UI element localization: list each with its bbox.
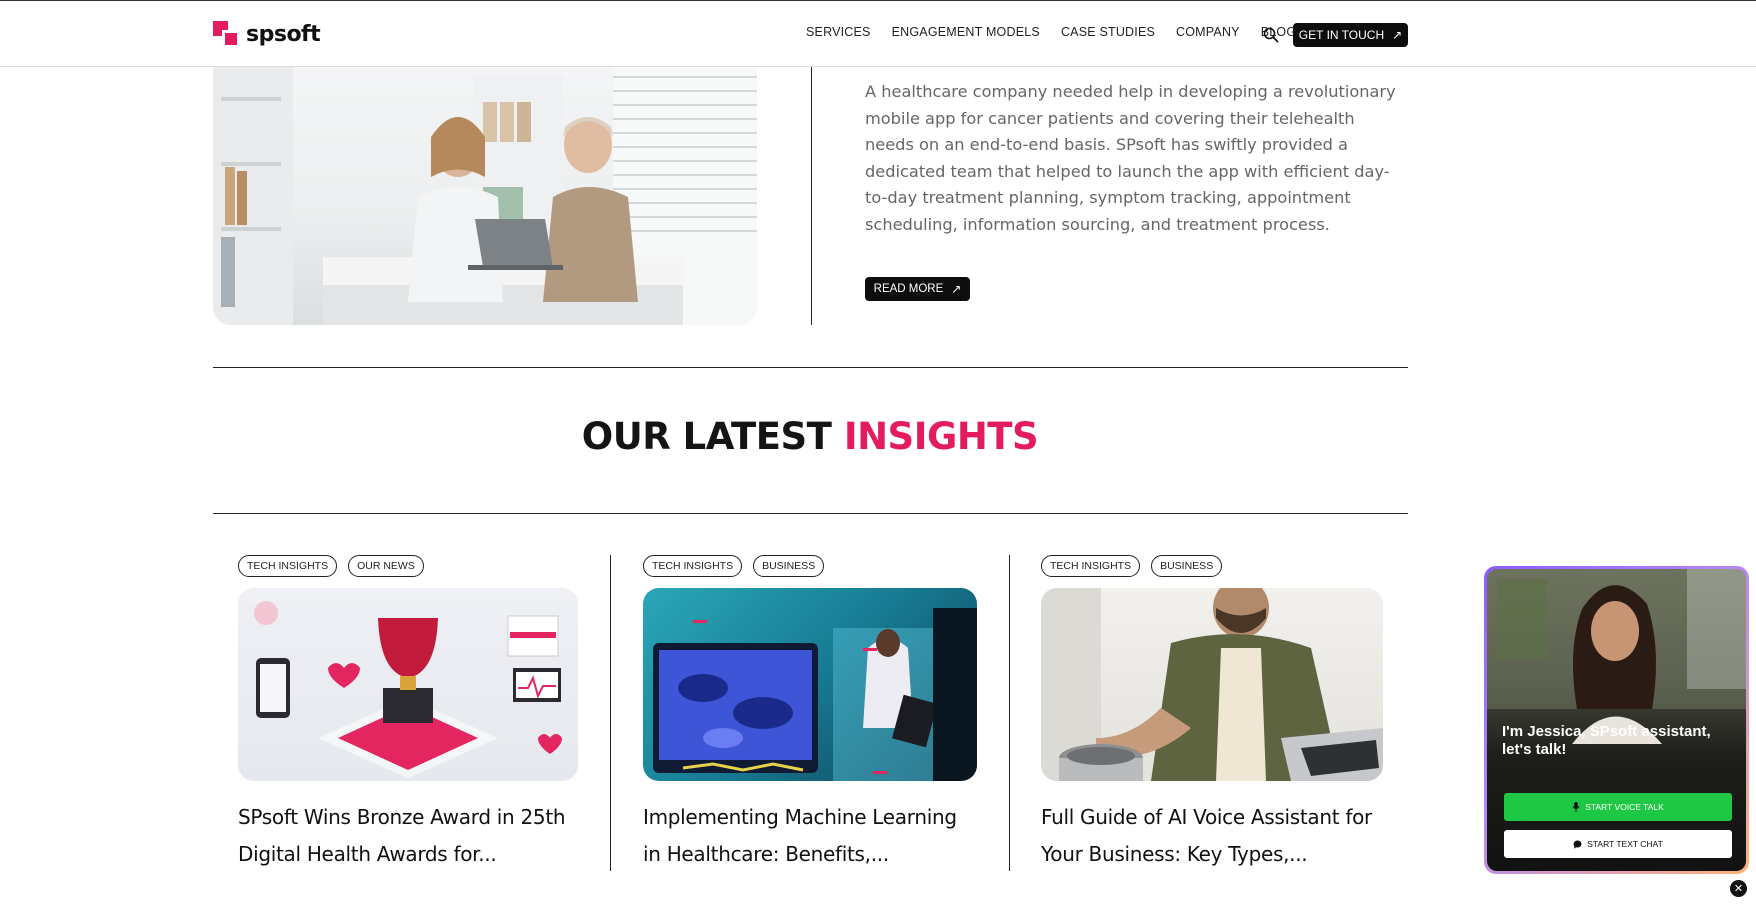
card-image-award[interactable]: [238, 588, 578, 781]
start-text-chat-label: START TEXT CHAT: [1587, 839, 1663, 849]
arrow-up-right-icon: ↗: [1392, 28, 1403, 42]
main-nav: SERVICES ENGAGEMENT MODELS CASE STUDIES …: [806, 25, 1317, 39]
card-image-machine-learning[interactable]: [643, 588, 977, 781]
logo-text: spsoft: [246, 21, 321, 47]
case-study-photo: [213, 67, 757, 325]
section-divider-top: [213, 367, 1408, 368]
tag-business[interactable]: BUSINESS: [753, 555, 825, 577]
card-image-voice-assistant[interactable]: [1041, 588, 1383, 781]
card-tags: TECH INSIGHTS BUSINESS: [643, 555, 977, 577]
site-header: spsoft SERVICES ENGAGEMENT MODELS CASE S…: [0, 1, 1756, 67]
tag-business[interactable]: BUSINESS: [1151, 555, 1223, 577]
card-tags: TECH INSIGHTS BUSINESS: [1041, 555, 1383, 577]
read-more-label: READ MORE: [873, 283, 944, 295]
card-title[interactable]: Implementing Machine Learning in Healthc…: [643, 799, 977, 873]
start-voice-talk-button[interactable]: START VOICE TALK: [1504, 793, 1732, 821]
section-divider-bottom: [213, 513, 1408, 514]
insight-card[interactable]: TECH INSIGHTS BUSINESS Full Guide of AI …: [1041, 555, 1383, 873]
chat-widget: I'm Jessica, SPsoft assistant, let's tal…: [1484, 566, 1749, 874]
read-more-button[interactable]: READ MORE ↗: [865, 277, 970, 301]
insights-heading-part1: OUR LATEST: [581, 415, 832, 458]
start-text-chat-button[interactable]: START TEXT CHAT: [1504, 830, 1732, 858]
nav-case-studies[interactable]: CASE STUDIES: [1061, 25, 1155, 39]
case-study-divider: [811, 67, 812, 325]
insights-heading: OUR LATEST INSIGHTS: [0, 415, 1620, 458]
insights-heading-accent: INSIGHTS: [843, 415, 1039, 458]
insight-card[interactable]: TECH INSIGHTS BUSINESS Implementing Mach…: [643, 555, 977, 873]
nav-services[interactable]: SERVICES: [806, 25, 871, 39]
start-voice-talk-label: START VOICE TALK: [1585, 802, 1664, 812]
spsoft-logo[interactable]: spsoft: [213, 20, 321, 48]
card-separator: [610, 555, 611, 871]
insight-card[interactable]: TECH INSIGHTS OUR NEWS SPsoft Wins Bronz…: [238, 555, 578, 873]
logo-mark-icon: [213, 20, 240, 48]
card-separator: [1009, 555, 1010, 871]
close-icon[interactable]: ✕: [1730, 880, 1747, 897]
tag-our-news[interactable]: OUR NEWS: [348, 555, 424, 577]
nav-company[interactable]: COMPANY: [1176, 25, 1240, 39]
nav-engagement-models[interactable]: ENGAGEMENT MODELS: [892, 25, 1040, 39]
get-in-touch-button[interactable]: GET IN TOUCH ↗: [1293, 23, 1408, 47]
search-icon[interactable]: [1263, 27, 1279, 43]
get-in-touch-label: GET IN TOUCH: [1298, 28, 1385, 42]
case-study-description: A healthcare company needed help in deve…: [865, 82, 1396, 234]
card-tags: TECH INSIGHTS OUR NEWS: [238, 555, 578, 577]
card-title[interactable]: Full Guide of AI Voice Assistant for You…: [1041, 799, 1383, 873]
tag-tech-insights[interactable]: TECH INSIGHTS: [238, 555, 338, 577]
card-title[interactable]: SPsoft Wins Bronze Award in 25th Digital…: [238, 799, 578, 873]
tag-tech-insights[interactable]: TECH INSIGHTS: [1041, 555, 1141, 577]
chat-bubble-icon: [1573, 840, 1582, 849]
microphone-icon: [1572, 802, 1580, 812]
chat-greeting: I'm Jessica, SPsoft assistant, let's tal…: [1502, 723, 1711, 758]
arrow-up-right-icon: ↗: [951, 282, 962, 296]
tag-tech-insights[interactable]: TECH INSIGHTS: [643, 555, 743, 577]
assistant-avatar: [1487, 569, 1746, 744]
